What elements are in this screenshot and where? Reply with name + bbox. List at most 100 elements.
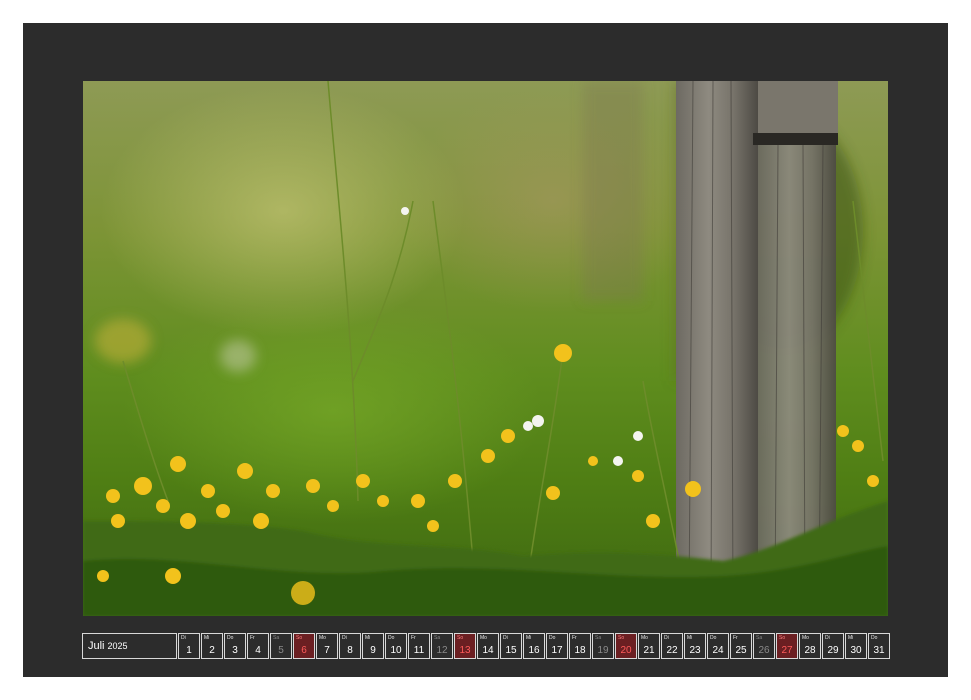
day-number: 12 [436, 645, 448, 656]
day-number: 18 [574, 645, 586, 656]
day-cell: Fr 18 [569, 633, 591, 659]
day-number: 15 [505, 645, 517, 656]
day-number: 13 [459, 645, 471, 656]
day-cell: Sa 12 [431, 633, 453, 659]
day-weekday-label: So [779, 635, 786, 641]
day-number: 29 [827, 645, 839, 656]
day-number: 2 [209, 645, 215, 656]
day-number: 26 [758, 645, 770, 656]
day-number: 11 [413, 645, 425, 656]
day-weekday-label: Di [342, 635, 347, 641]
day-cell: So 6 [293, 633, 315, 659]
day-weekday-label: Mo [802, 635, 809, 641]
day-number: 5 [278, 645, 284, 656]
day-cell: Fr 25 [730, 633, 752, 659]
day-weekday-label: Fr [733, 635, 738, 641]
day-weekday-label: Mo [641, 635, 648, 641]
day-cell: Mi 30 [845, 633, 867, 659]
day-cell: Sa 19 [592, 633, 614, 659]
day-number: 31 [873, 645, 885, 656]
day-weekday-label: So [296, 635, 303, 641]
day-cell: Mi 2 [201, 633, 223, 659]
day-number: 22 [666, 645, 678, 656]
day-weekday-label: Di [664, 635, 669, 641]
day-cell: So 27 [776, 633, 798, 659]
day-cell: So 20 [615, 633, 637, 659]
day-number: 16 [528, 645, 540, 656]
day-cell: Di 22 [661, 633, 683, 659]
day-cell: Do 24 [707, 633, 729, 659]
month-name: Juli [88, 640, 105, 652]
day-weekday-label: Do [549, 635, 556, 641]
day-number: 28 [804, 645, 816, 656]
day-number: 8 [347, 645, 353, 656]
day-cells: Di 1 Mi 2 Do 3 Fr 4 Sa 5 So 6 Mo 7 Di 8 Mi 9 Do 10 Fr 11 Sa 12 S… [178, 633, 890, 659]
day-cell: Do 3 [224, 633, 246, 659]
day-weekday-label: Mo [319, 635, 326, 641]
day-cell: Fr 4 [247, 633, 269, 659]
day-weekday-label: So [457, 635, 464, 641]
day-weekday-label: Di [181, 635, 186, 641]
day-weekday-label: Mi [204, 635, 210, 641]
day-cell: Di 29 [822, 633, 844, 659]
day-number: 9 [370, 645, 376, 656]
day-number: 1 [186, 645, 192, 656]
day-weekday-label: Sa [273, 635, 280, 641]
day-cell: Di 1 [178, 633, 200, 659]
day-cell: So 13 [454, 633, 476, 659]
day-number: 27 [781, 645, 793, 656]
day-weekday-label: So [618, 635, 625, 641]
day-cell: Mo 21 [638, 633, 660, 659]
day-weekday-label: Sa [434, 635, 441, 641]
day-weekday-label: Di [503, 635, 508, 641]
day-cell: Fr 11 [408, 633, 430, 659]
day-cell: Mi 9 [362, 633, 384, 659]
day-number: 24 [712, 645, 724, 656]
day-number: 30 [850, 645, 862, 656]
day-number: 17 [551, 645, 563, 656]
day-weekday-label: Mi [526, 635, 532, 641]
month-year: 2025 [107, 641, 128, 651]
day-number: 20 [620, 645, 632, 656]
wooden-fence-post [676, 81, 838, 602]
day-cell: Mi 16 [523, 633, 545, 659]
day-cell: Di 15 [500, 633, 522, 659]
day-number: 4 [255, 645, 261, 656]
day-weekday-label: Mo [480, 635, 487, 641]
day-cell: Do 10 [385, 633, 407, 659]
day-number: 3 [232, 645, 238, 656]
day-weekday-label: Do [227, 635, 234, 641]
day-weekday-label: Mi [687, 635, 693, 641]
day-weekday-label: Mi [365, 635, 371, 641]
day-number: 10 [390, 645, 402, 656]
day-weekday-label: Fr [411, 635, 416, 641]
day-cell: Mo 7 [316, 633, 338, 659]
day-cell: Do 17 [546, 633, 568, 659]
day-weekday-label: Mi [848, 635, 854, 641]
day-cell: Mo 28 [799, 633, 821, 659]
day-weekday-label: Sa [595, 635, 602, 641]
day-weekday-label: Fr [572, 635, 577, 641]
day-cell: Mo 14 [477, 633, 499, 659]
day-cell: Sa 26 [753, 633, 775, 659]
day-number: 7 [324, 645, 330, 656]
calendar-month-strip: Juli 2025 Di 1 Mi 2 Do 3 Fr 4 Sa 5 So 6 Mo 7 Di 8 Mi 9 Do 10… [82, 633, 890, 659]
day-number: 14 [482, 645, 494, 656]
day-weekday-label: Fr [250, 635, 255, 641]
day-weekday-label: Do [871, 635, 878, 641]
calendar-photo-meadow-fence-post [83, 81, 888, 616]
day-cell: Di 8 [339, 633, 361, 659]
day-number: 6 [301, 645, 307, 656]
day-weekday-label: Do [388, 635, 395, 641]
day-weekday-label: Di [825, 635, 830, 641]
day-cell: Sa 5 [270, 633, 292, 659]
day-cell: Do 31 [868, 633, 890, 659]
day-weekday-label: Sa [756, 635, 763, 641]
day-number: 23 [689, 645, 701, 656]
photo-illustration [83, 81, 888, 616]
day-weekday-label: Do [710, 635, 717, 641]
day-number: 25 [735, 645, 747, 656]
day-cell: Mi 23 [684, 633, 706, 659]
day-number: 19 [597, 645, 609, 656]
month-label: Juli 2025 [82, 633, 177, 659]
